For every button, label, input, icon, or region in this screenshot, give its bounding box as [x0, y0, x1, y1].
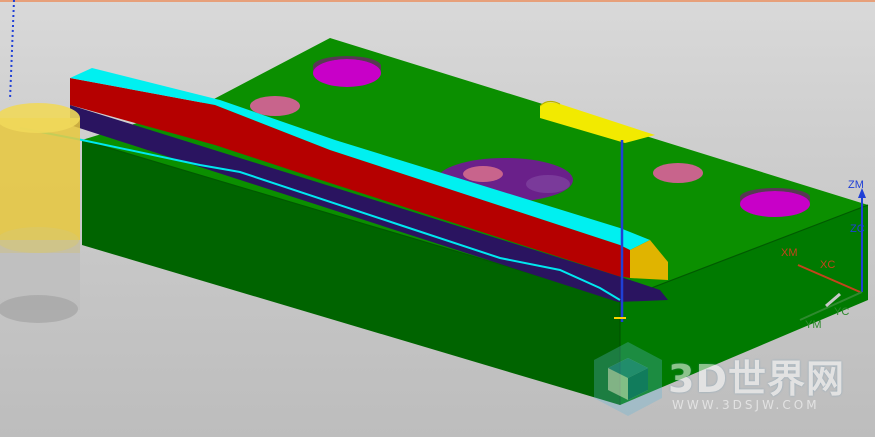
watermark-url: WWW.3DSJW.COM: [672, 398, 820, 412]
watermark-cube-icon: [594, 342, 662, 416]
cad-3d-viewport[interactable]: ZM ZC XM XC YM YC 3D世界网 WWW.3DSJW.COM: [0, 0, 875, 437]
cylinder-tool[interactable]: [0, 103, 80, 323]
pocket-magenta-2: [740, 191, 810, 217]
pocket-purple-hole: [463, 166, 503, 182]
cylinder-mid-rim: [0, 227, 79, 253]
cylinder-bottom: [0, 295, 78, 323]
triad-label-xc: XC: [820, 259, 836, 271]
pocket-purple-inner: [526, 175, 570, 193]
triad-label-yc: YC: [834, 306, 850, 318]
watermark: 3D世界网 WWW.3DSJW.COM: [592, 340, 862, 420]
dotted-axis-line: [9, 0, 15, 101]
triad-label-ym: YM: [805, 319, 822, 331]
hole-pink-2: [653, 163, 703, 183]
pocket-magenta-1: [313, 59, 381, 87]
hole-pink-1: [250, 96, 300, 116]
triad-label-xm: XM: [781, 247, 798, 259]
watermark-brand: 3D世界网: [668, 357, 845, 401]
triad-label-zc: ZC: [850, 223, 865, 235]
triad-label-zm: ZM: [848, 179, 864, 191]
